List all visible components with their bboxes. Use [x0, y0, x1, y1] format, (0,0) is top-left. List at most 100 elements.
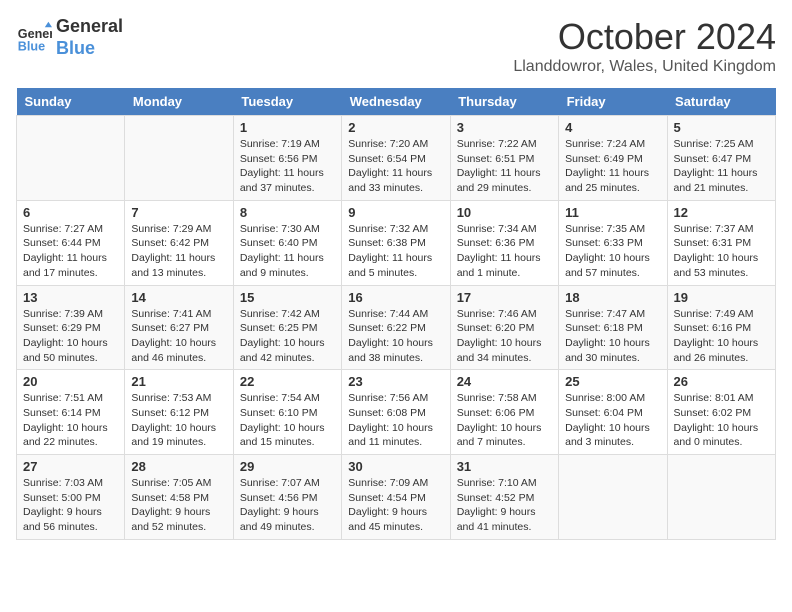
day-number: 29: [240, 459, 335, 474]
day-cell: 26 Sunrise: 8:01 AM Sunset: 6:02 PM Dayli…: [667, 370, 775, 455]
day-header-tuesday: Tuesday: [233, 88, 341, 116]
day-info: Sunrise: 8:01 AM Sunset: 6:02 PM Dayligh…: [674, 391, 769, 450]
day-number: 2: [348, 120, 443, 135]
day-cell: 2 Sunrise: 7:20 AM Sunset: 6:54 PM Daylig…: [342, 116, 450, 201]
day-number: 17: [457, 290, 552, 305]
day-number: 14: [131, 290, 226, 305]
day-cell: 23 Sunrise: 7:56 AM Sunset: 6:08 PM Dayli…: [342, 370, 450, 455]
day-info: Sunrise: 7:09 AM Sunset: 4:54 PM Dayligh…: [348, 476, 443, 535]
day-number: 20: [23, 374, 118, 389]
day-number: 16: [348, 290, 443, 305]
day-info: Sunrise: 7:44 AM Sunset: 6:22 PM Dayligh…: [348, 307, 443, 366]
month-title: October 2024: [513, 16, 776, 58]
day-cell: 30 Sunrise: 7:09 AM Sunset: 4:54 PM Dayli…: [342, 455, 450, 540]
svg-text:Blue: Blue: [18, 39, 45, 53]
day-number: 6: [23, 205, 118, 220]
day-info: Sunrise: 7:32 AM Sunset: 6:38 PM Dayligh…: [348, 222, 443, 281]
day-cell: 15Sunrise: 7:42 AM Sunset: 6:25 PM Dayli…: [233, 285, 341, 370]
day-info: Sunrise: 7:05 AM Sunset: 4:58 PM Dayligh…: [131, 476, 226, 535]
day-number: 31: [457, 459, 552, 474]
day-info: Sunrise: 7:22 AM Sunset: 6:51 PM Dayligh…: [457, 137, 552, 196]
day-info: Sunrise: 7:29 AM Sunset: 6:42 PM Dayligh…: [131, 222, 226, 281]
day-info: Sunrise: 7:19 AM Sunset: 6:56 PM Dayligh…: [240, 137, 335, 196]
day-cell: 7Sunrise: 7:29 AM Sunset: 6:42 PM Daylig…: [125, 200, 233, 285]
day-info: Sunrise: 7:37 AM Sunset: 6:31 PM Dayligh…: [674, 222, 769, 281]
day-info: Sunrise: 7:58 AM Sunset: 6:06 PM Dayligh…: [457, 391, 552, 450]
calendar-table: SundayMondayTuesdayWednesdayThursdayFrid…: [16, 88, 776, 540]
logo-general: General: [56, 16, 123, 38]
day-cell: 19 Sunrise: 7:49 AM Sunset: 6:16 PM Dayli…: [667, 285, 775, 370]
day-info: Sunrise: 8:00 AM Sunset: 6:04 PM Dayligh…: [565, 391, 660, 450]
day-cell: [559, 455, 667, 540]
day-info: Sunrise: 7:41 AM Sunset: 6:27 PM Dayligh…: [131, 307, 226, 366]
day-number: 13: [23, 290, 118, 305]
day-cell: 17Sunrise: 7:46 AM Sunset: 6:20 PM Dayli…: [450, 285, 558, 370]
day-info: Sunrise: 7:56 AM Sunset: 6:08 PM Dayligh…: [348, 391, 443, 450]
day-cell: 25 Sunrise: 8:00 AM Sunset: 6:04 PM Dayli…: [559, 370, 667, 455]
day-cell: 10Sunrise: 7:34 AM Sunset: 6:36 PM Dayli…: [450, 200, 558, 285]
day-cell: 4Sunrise: 7:24 AM Sunset: 6:49 PM Daylig…: [559, 116, 667, 201]
day-number: 18: [565, 290, 660, 305]
day-cell: [17, 116, 125, 201]
day-info: Sunrise: 7:34 AM Sunset: 6:36 PM Dayligh…: [457, 222, 552, 281]
title-block: October 2024 Llanddowror, Wales, United …: [513, 16, 776, 76]
day-info: Sunrise: 7:10 AM Sunset: 4:52 PM Dayligh…: [457, 476, 552, 535]
day-number: 11: [565, 205, 660, 220]
day-info: Sunrise: 7:20 AM Sunset: 6:54 PM Dayligh…: [348, 137, 443, 196]
day-info: Sunrise: 7:47 AM Sunset: 6:18 PM Dayligh…: [565, 307, 660, 366]
day-number: 30: [348, 459, 443, 474]
day-number: 4: [565, 120, 660, 135]
day-info: Sunrise: 7:53 AM Sunset: 6:12 PM Dayligh…: [131, 391, 226, 450]
day-info: Sunrise: 7:25 AM Sunset: 6:47 PM Dayligh…: [674, 137, 769, 196]
day-number: 19: [674, 290, 769, 305]
day-cell: 31 Sunrise: 7:10 AM Sunset: 4:52 PM Dayli…: [450, 455, 558, 540]
day-cell: [125, 116, 233, 201]
day-header-sunday: Sunday: [17, 88, 125, 116]
day-info: Sunrise: 7:35 AM Sunset: 6:33 PM Dayligh…: [565, 222, 660, 281]
page-header: General Blue General Blue October 2024 L…: [16, 16, 776, 76]
day-cell: 11 Sunrise: 7:35 AM Sunset: 6:33 PM Dayli…: [559, 200, 667, 285]
day-number: 26: [674, 374, 769, 389]
day-number: 22: [240, 374, 335, 389]
location: Llanddowror, Wales, United Kingdom: [513, 58, 776, 76]
day-cell: 22Sunrise: 7:54 AM Sunset: 6:10 PM Dayli…: [233, 370, 341, 455]
day-cell: 13 Sunrise: 7:39 AM Sunset: 6:29 PM Dayli…: [17, 285, 125, 370]
day-cell: 6 Sunrise: 7:27 AM Sunset: 6:44 PM Daylig…: [17, 200, 125, 285]
day-cell: 12 Sunrise: 7:37 AM Sunset: 6:31 PM Dayli…: [667, 200, 775, 285]
day-cell: [667, 455, 775, 540]
header-row: SundayMondayTuesdayWednesdayThursdayFrid…: [17, 88, 776, 116]
day-number: 28: [131, 459, 226, 474]
logo-blue: Blue: [56, 38, 123, 60]
day-cell: 20 Sunrise: 7:51 AM Sunset: 6:14 PM Dayli…: [17, 370, 125, 455]
day-info: Sunrise: 7:49 AM Sunset: 6:16 PM Dayligh…: [674, 307, 769, 366]
day-number: 8: [240, 205, 335, 220]
day-number: 12: [674, 205, 769, 220]
day-header-monday: Monday: [125, 88, 233, 116]
day-number: 5: [674, 120, 769, 135]
day-number: 15: [240, 290, 335, 305]
day-cell: 29 Sunrise: 7:07 AM Sunset: 4:56 PM Dayli…: [233, 455, 341, 540]
day-header-friday: Friday: [559, 88, 667, 116]
day-cell: 28 Sunrise: 7:05 AM Sunset: 4:58 PM Dayli…: [125, 455, 233, 540]
day-header-saturday: Saturday: [667, 88, 775, 116]
day-number: 9: [348, 205, 443, 220]
day-cell: 8 Sunrise: 7:30 AM Sunset: 6:40 PM Daylig…: [233, 200, 341, 285]
day-info: Sunrise: 7:30 AM Sunset: 6:40 PM Dayligh…: [240, 222, 335, 281]
day-info: Sunrise: 7:27 AM Sunset: 6:44 PM Dayligh…: [23, 222, 118, 281]
day-number: 23: [348, 374, 443, 389]
day-header-thursday: Thursday: [450, 88, 558, 116]
day-info: Sunrise: 7:39 AM Sunset: 6:29 PM Dayligh…: [23, 307, 118, 366]
day-number: 25: [565, 374, 660, 389]
day-number: 27: [23, 459, 118, 474]
day-header-wednesday: Wednesday: [342, 88, 450, 116]
day-info: Sunrise: 7:51 AM Sunset: 6:14 PM Dayligh…: [23, 391, 118, 450]
day-cell: 27Sunrise: 7:03 AM Sunset: 5:00 PM Dayli…: [17, 455, 125, 540]
logo: General Blue General Blue: [16, 16, 123, 59]
day-info: Sunrise: 7:07 AM Sunset: 4:56 PM Dayligh…: [240, 476, 335, 535]
day-cell: 9 Sunrise: 7:32 AM Sunset: 6:38 PM Daylig…: [342, 200, 450, 285]
week-row-4: 20 Sunrise: 7:51 AM Sunset: 6:14 PM Dayli…: [17, 370, 776, 455]
day-cell: 16 Sunrise: 7:44 AM Sunset: 6:22 PM Dayli…: [342, 285, 450, 370]
day-cell: 1Sunrise: 7:19 AM Sunset: 6:56 PM Daylig…: [233, 116, 341, 201]
day-number: 24: [457, 374, 552, 389]
day-number: 21: [131, 374, 226, 389]
